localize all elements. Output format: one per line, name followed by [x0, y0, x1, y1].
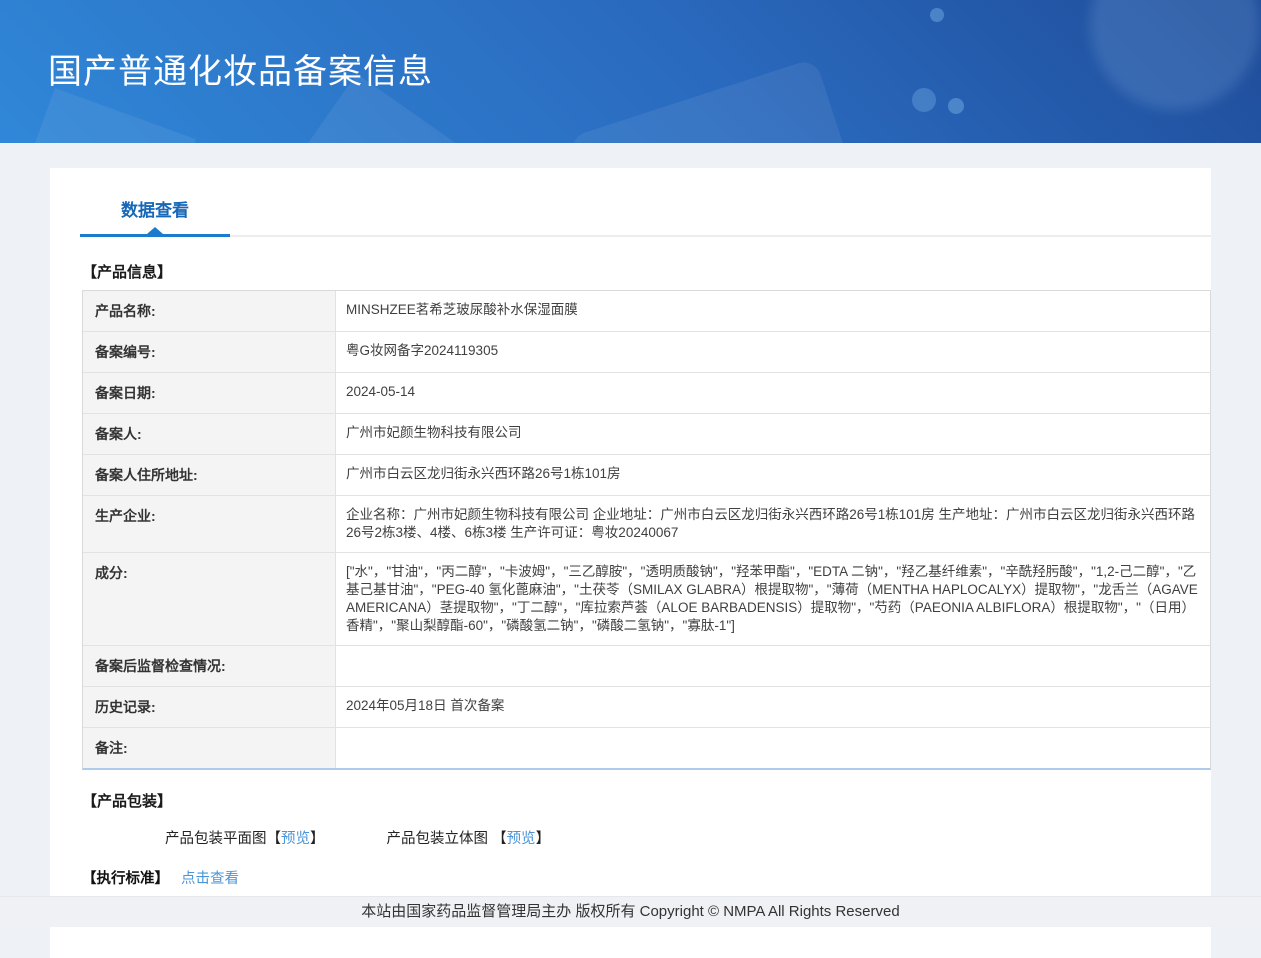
view-link-standard[interactable]: 点击查看 [181, 871, 239, 887]
decor-shape [568, 58, 852, 143]
row-label: 成分: [83, 553, 336, 645]
row-value: ["水"，"甘油"，"丙二醇"，"卡波姆"，"三乙醇胺"，"透明质酸钠"，"羟苯… [336, 553, 1210, 645]
table-row-manufacturer: 生产企业: 企业名称：广州市妃颜生物科技有限公司 企业地址：广州市白云区龙归街永… [83, 496, 1210, 553]
preview-link-flat[interactable]: 预览 [281, 831, 310, 847]
page-footer: 本站由国家药品监督管理局主办 版权所有 Copyright © NMPA All… [0, 896, 1261, 927]
bracket-close: 】 [536, 831, 551, 847]
row-label: 备案后监督检查情况: [83, 646, 336, 686]
decor-circle [1090, 0, 1260, 110]
decor-shape [14, 88, 196, 143]
table-row-supervision-check: 备案后监督检查情况: [83, 646, 1210, 687]
table-row-record-date: 备案日期: 2024-05-14 [83, 373, 1210, 414]
table-row-registrant: 备案人: 广州市妃颜生物科技有限公司 [83, 414, 1210, 455]
row-value: 广州市妃颜生物科技有限公司 [336, 414, 1210, 454]
row-label: 生产企业: [83, 496, 336, 552]
row-label: 备案日期: [83, 373, 336, 413]
row-value: MINSHZEE茗希芝玻尿酸补水保湿面膜 [336, 291, 1210, 331]
packaging-row: 产品包装平面图【预览】 产品包装立体图 【预览】 [165, 827, 1211, 848]
bracket-open: 【 [492, 831, 507, 847]
preview-link-3d[interactable]: 预览 [507, 831, 536, 847]
page-title: 国产普通化妆品备案信息 [48, 44, 433, 93]
table-row-history: 历史记录: 2024年05月18日 首次备案 [83, 687, 1210, 728]
row-value: 企业名称：广州市妃颜生物科技有限公司 企业地址：广州市白云区龙归街永兴西环路26… [336, 496, 1210, 552]
row-label: 备案人住所地址: [83, 455, 336, 495]
table-row-record-number: 备案编号: 粤G妆网备字2024119305 [83, 332, 1210, 373]
row-value: 2024年05月18日 首次备案 [336, 687, 1210, 727]
table-row-registrant-address: 备案人住所地址: 广州市白云区龙归街永兴西环路26号1栋101房 [83, 455, 1210, 496]
table-row-ingredients: 成分: ["水"，"甘油"，"丙二醇"，"卡波姆"，"三乙醇胺"，"透明质酸钠"… [83, 553, 1210, 646]
row-label: 备注: [83, 728, 336, 768]
decor-circle [948, 98, 964, 114]
standard-row: 【执行标准】点击查看 [82, 867, 1211, 888]
decor-circle [930, 8, 944, 22]
packaging-3d-label: 产品包装立体图 [387, 831, 489, 847]
bracket-open: 【 [267, 831, 282, 847]
row-value: 2024-05-14 [336, 373, 1210, 413]
packaging-flat-label: 产品包装平面图 [165, 831, 267, 847]
packaging-flat-item: 产品包装平面图【预览】 [165, 827, 325, 848]
packaging-3d-item: 产品包装立体图 【预览】 [387, 827, 551, 848]
row-label: 备案人: [83, 414, 336, 454]
product-info-table: 产品名称: MINSHZEE茗希芝玻尿酸补水保湿面膜 备案编号: 粤G妆网备字2… [82, 290, 1211, 770]
bracket-close: 】 [310, 831, 325, 847]
tab-active-pointer-icon [147, 227, 163, 234]
row-label: 产品名称: [83, 291, 336, 331]
tab-bar: 数据查看 [80, 168, 1211, 237]
tab-active-underline [80, 234, 230, 237]
standard-heading: 【执行标准】 [82, 871, 169, 887]
row-value: 广州市白云区龙归街永兴西环路26号1栋101房 [336, 455, 1210, 495]
row-value [336, 728, 1210, 768]
content-card: 数据查看 【产品信息】 产品名称: MINSHZEE茗希芝玻尿酸补水保湿面膜 备… [50, 168, 1211, 958]
product-info-heading: 【产品信息】 [82, 261, 1211, 282]
tab-data-view[interactable]: 数据查看 [80, 196, 230, 235]
footer-text: 本站由国家药品监督管理局主办 版权所有 Copyright © NMPA All… [361, 903, 899, 920]
tab-data-view-label: 数据查看 [121, 201, 189, 220]
page-header: 国产普通化妆品备案信息 [0, 0, 1261, 143]
packaging-heading: 【产品包装】 [82, 790, 1211, 811]
decor-circle [912, 88, 936, 112]
row-value [336, 646, 1210, 686]
main-area: 数据查看 【产品信息】 产品名称: MINSHZEE茗希芝玻尿酸补水保湿面膜 备… [0, 143, 1261, 958]
table-row-product-name: 产品名称: MINSHZEE茗希芝玻尿酸补水保湿面膜 [83, 291, 1210, 332]
row-label: 备案编号: [83, 332, 336, 372]
row-value: 粤G妆网备字2024119305 [336, 332, 1210, 372]
row-label: 历史记录: [83, 687, 336, 727]
table-row-remarks: 备注: [83, 728, 1210, 768]
